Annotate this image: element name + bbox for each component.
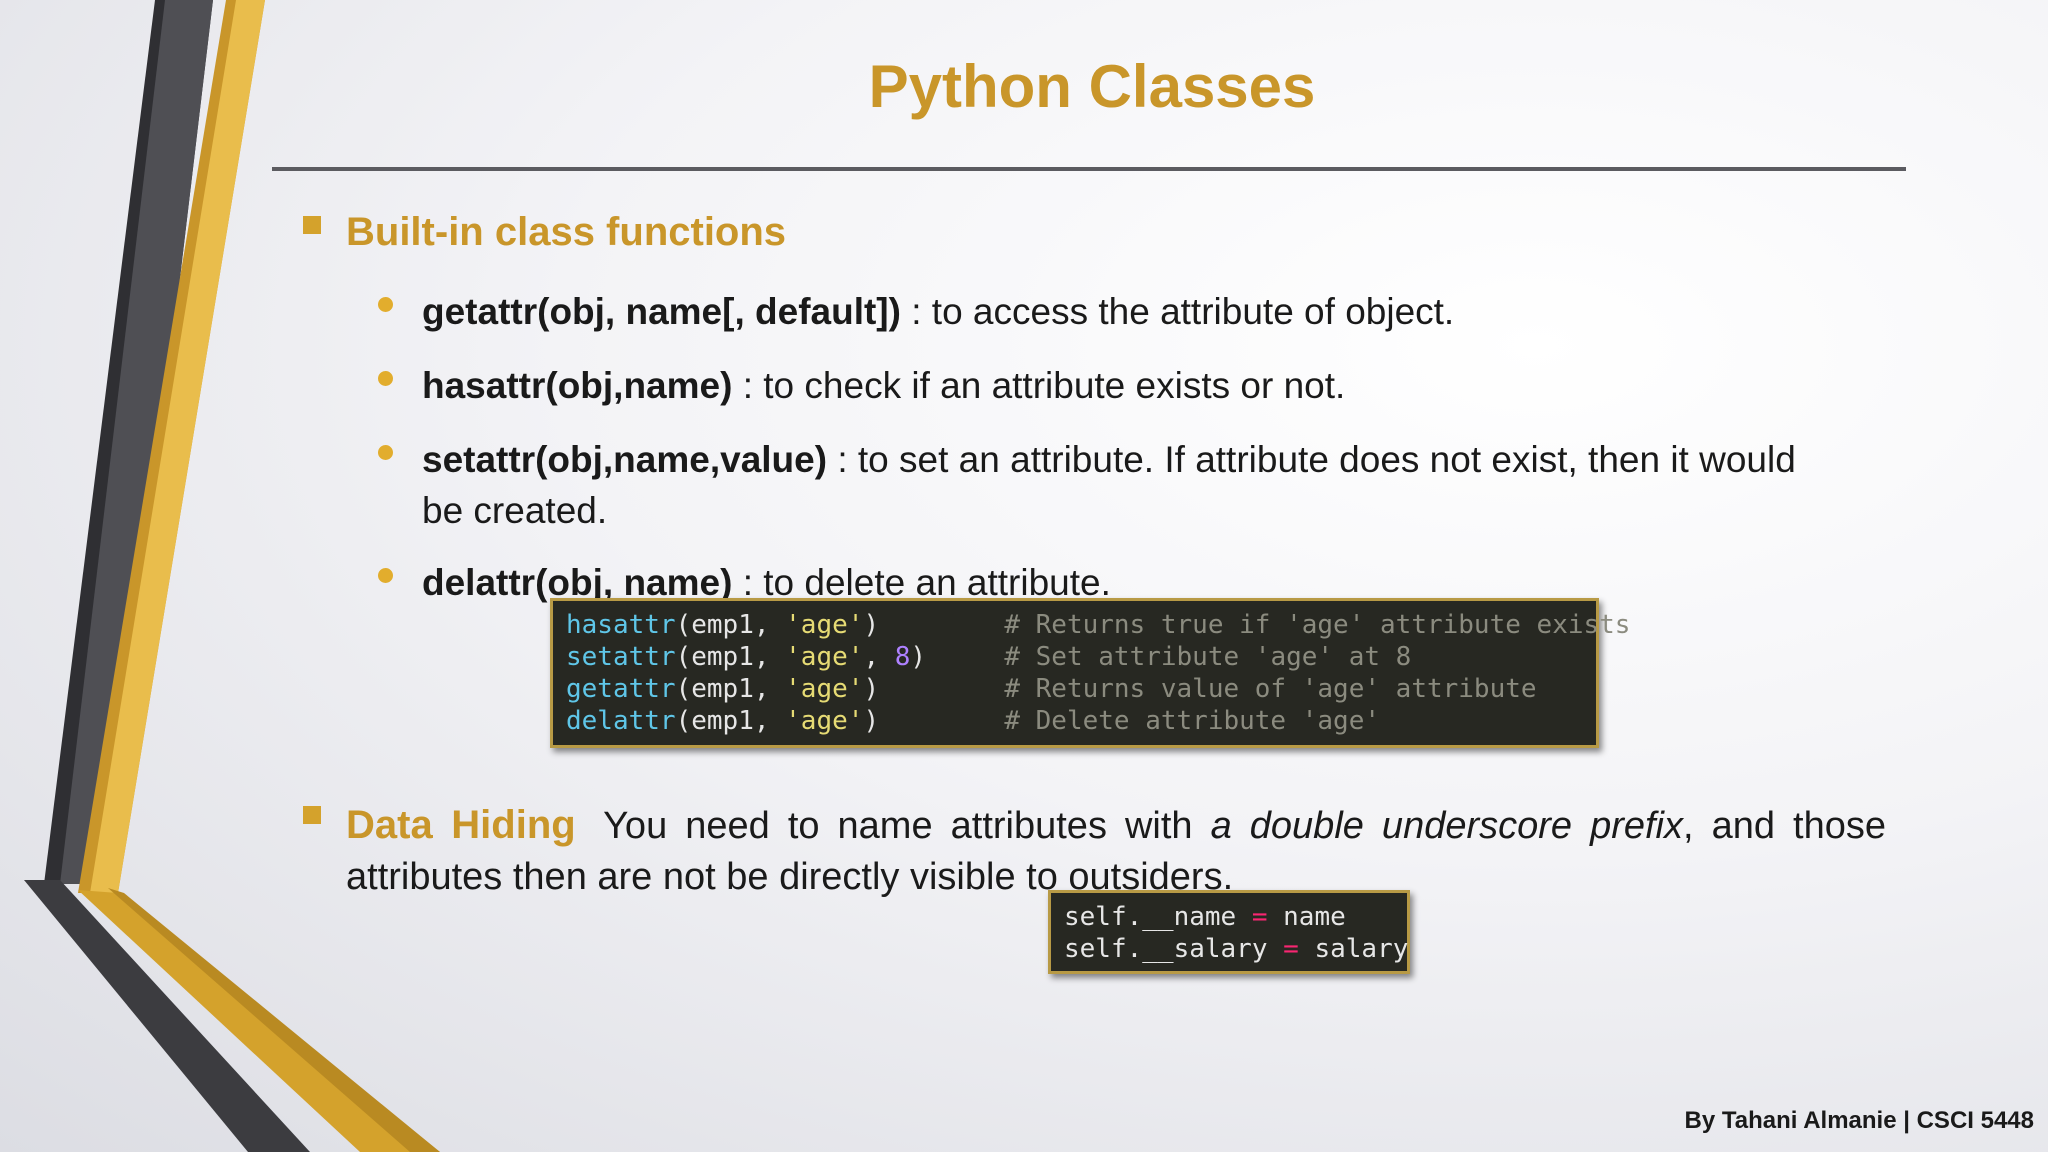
list-bullet	[378, 568, 393, 583]
code-fn: setattr	[566, 642, 676, 672]
code-operator: =	[1283, 934, 1299, 964]
func-name: delattr(obj, name)	[422, 562, 733, 603]
slide-footer: By Tahani Almanie | CSCI 5448	[1684, 1107, 2035, 1134]
code-line: getattr(emp1, 'age') # Returns value of …	[566, 673, 1583, 705]
code-string: 'age'	[785, 642, 864, 672]
code-comment: # Set attribute 'age' at 8	[1004, 642, 1412, 672]
slide-title: Python Classes	[868, 53, 1316, 120]
list-item-hasattr: hasattr(obj,name) : to check if an attri…	[422, 360, 1345, 411]
code-pad	[879, 706, 1004, 736]
section-heading-builtin: Built-in class functions	[346, 210, 787, 254]
code-lhs: self.__salary	[1064, 934, 1268, 964]
title-divider	[272, 167, 1906, 171]
code-fn: hasattr	[566, 610, 676, 640]
code-string: 'age'	[785, 610, 864, 640]
func-name: hasattr(obj,name)	[422, 365, 733, 406]
code-line: hasattr(emp1, 'age') # Returns true if '…	[566, 609, 1630, 641]
code-args: (emp1,	[675, 706, 786, 736]
code-close: )	[863, 706, 880, 736]
code-pad	[926, 642, 1004, 672]
code-pad	[879, 610, 1004, 640]
data-hiding-paragraph: Data Hiding You need to name attributes …	[346, 800, 1886, 903]
code-pad	[879, 674, 1004, 704]
code-comment: # Returns true if 'age' attribute exists	[1004, 610, 1631, 640]
code-string: 'age'	[785, 706, 864, 736]
list-item-setattr: setattr(obj,name,value) : to set an attr…	[422, 434, 1802, 536]
list-bullet	[378, 371, 393, 386]
code-line: setattr(emp1, 'age', 8) # Set attribute …	[566, 641, 1583, 673]
code-close: )	[863, 610, 880, 640]
section-bullet	[303, 216, 321, 234]
section-heading-data-hiding: Data Hiding	[346, 803, 576, 847]
func-desc: : to access the attribute of object.	[900, 291, 1455, 332]
code-line: self.__salary = salary	[1064, 933, 1408, 965]
code-number: 8	[894, 642, 911, 672]
func-desc: : to check if an attribute exists or not…	[732, 365, 1346, 406]
code-close: )	[863, 674, 880, 704]
section-bullet	[303, 806, 321, 824]
code-args: (emp1,	[675, 674, 786, 704]
list-item-getattr: getattr(obj, name[, default]) : to acces…	[422, 286, 1454, 337]
code-rhs: name	[1283, 902, 1346, 932]
code-rhs: salary	[1314, 934, 1409, 964]
func-desc: : to delete an attribute.	[732, 562, 1111, 603]
func-name: getattr(obj, name[, default])	[422, 291, 901, 332]
code-line: delattr(emp1, 'age') # Delete attribute …	[566, 705, 1583, 737]
list-bullet	[378, 445, 393, 460]
code-comment: # Delete attribute 'age'	[1004, 706, 1381, 736]
paragraph-text: You need to name attributes with	[603, 805, 1211, 847]
code-string: 'age'	[785, 674, 864, 704]
code-close: )	[910, 642, 927, 672]
code-comment: # Returns value of 'age' attribute	[1004, 674, 1537, 704]
code-fn: getattr	[566, 674, 676, 704]
code-line: self.__name = name	[1064, 901, 1394, 933]
code-fn: delattr	[566, 706, 676, 736]
func-name: setattr(obj,name,value)	[422, 439, 828, 480]
paragraph-emphasis: a double underscore prefix	[1210, 805, 1684, 847]
code-lhs: self.__name	[1064, 902, 1237, 932]
code-snippet-private-attrs: self.__name = name self.__salary = salar…	[1048, 890, 1410, 974]
code-snippet-attr-functions: hasattr(emp1, 'age') # Returns true if '…	[550, 598, 1630, 748]
code-operator: =	[1251, 902, 1268, 932]
code-args: (emp1,	[675, 610, 786, 640]
code-args: (emp1,	[675, 642, 786, 672]
list-bullet	[378, 297, 393, 312]
code-args: ,	[863, 642, 895, 672]
